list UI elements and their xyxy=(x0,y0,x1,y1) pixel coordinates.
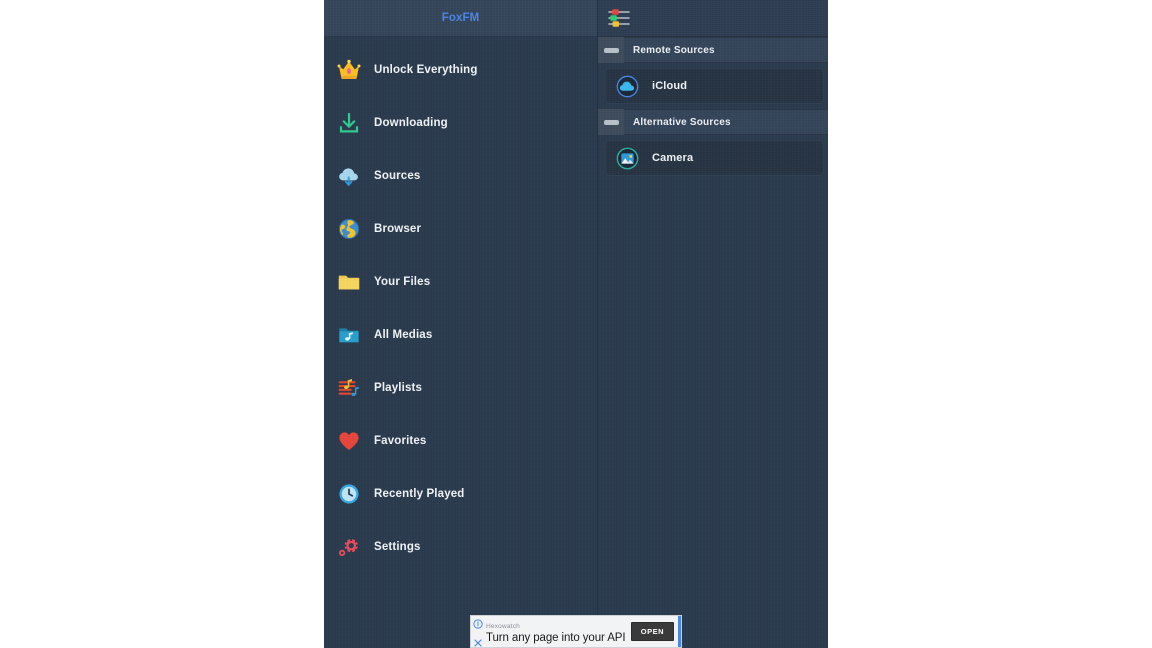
ad-brand: Hexowatch xyxy=(486,622,520,630)
equalizer-sliders-icon[interactable] xyxy=(606,5,632,31)
sidebar-item-label: Your Files xyxy=(374,275,431,288)
sources-panel: Remote Sources iCloud Alternative Source… xyxy=(598,0,828,648)
cloud-download-icon xyxy=(336,163,362,189)
drag-handle-icon[interactable] xyxy=(598,37,624,63)
close-x-icon[interactable] xyxy=(473,635,483,648)
source-label: Camera xyxy=(652,152,694,164)
group-header-remote-sources[interactable]: Remote Sources xyxy=(598,37,828,63)
app-window: FoxFM Unlock Everything Downloading Sour… xyxy=(324,0,828,648)
group-title: Alternative Sources xyxy=(633,116,731,128)
source-list-alternative: Camera xyxy=(598,135,828,181)
gear-icon xyxy=(336,534,362,560)
sources-panel-toolbar xyxy=(598,0,828,37)
sidebar-item-all-medias[interactable]: All Medias xyxy=(324,308,597,361)
sidebar-item-recently-played[interactable]: Recently Played xyxy=(324,467,597,520)
sidebar-item-your-files[interactable]: Your Files xyxy=(324,255,597,308)
icloud-icon xyxy=(616,75,639,98)
sidebar-item-label: All Medias xyxy=(374,328,433,341)
sidebar-item-label: Sources xyxy=(374,169,421,182)
sidebar-item-playlists[interactable]: Playlists xyxy=(324,361,597,414)
source-list-remote: iCloud xyxy=(598,63,828,109)
folder-icon xyxy=(336,269,362,295)
source-row-icloud[interactable]: iCloud xyxy=(605,68,824,104)
sidebar-item-label: Unlock Everything xyxy=(374,63,478,76)
clock-icon xyxy=(336,481,362,507)
ad-headline: Turn any page into your API xyxy=(486,631,626,644)
ad-accent-stripe xyxy=(678,616,681,647)
sidebar-item-label: Browser xyxy=(374,222,422,235)
group-title: Remote Sources xyxy=(633,44,715,56)
ad-banner-text: Hexowatch Turn any page into your API xyxy=(485,615,631,648)
sidebar-item-label: Playlists xyxy=(374,381,423,394)
globe-icon xyxy=(336,216,362,242)
sidebar-item-label: Downloading xyxy=(374,116,448,129)
sidebar-item-label: Favorites xyxy=(374,434,427,447)
sidebar-item-label: Settings xyxy=(374,540,421,553)
crown-icon xyxy=(336,57,362,83)
heart-icon xyxy=(336,428,362,454)
sidebar-item-favorites[interactable]: Favorites xyxy=(324,414,597,467)
app-title: FoxFM xyxy=(441,12,480,24)
sidebar-item-settings[interactable]: Settings xyxy=(324,520,597,573)
sidebar-item-downloading[interactable]: Downloading xyxy=(324,96,597,149)
ad-open-button[interactable]: OPEN xyxy=(630,622,674,641)
sidebar: FoxFM Unlock Everything Downloading Sour… xyxy=(324,0,598,648)
sidebar-header: FoxFM xyxy=(324,0,597,37)
camera-photo-icon xyxy=(616,147,639,170)
playlist-icon xyxy=(336,375,362,401)
download-arrow-icon xyxy=(336,110,362,136)
sidebar-nav-list: Unlock Everything Downloading Sources Br… xyxy=(324,37,597,573)
sidebar-item-browser[interactable]: Browser xyxy=(324,202,597,255)
music-folder-icon xyxy=(336,322,362,348)
info-circle-icon[interactable] xyxy=(473,616,483,634)
ad-banner[interactable]: Hexowatch Turn any page into your API OP… xyxy=(470,615,682,648)
source-row-camera[interactable]: Camera xyxy=(605,140,824,176)
ad-banner-controls xyxy=(471,615,485,648)
sidebar-item-unlock-everything[interactable]: Unlock Everything xyxy=(324,43,597,96)
sidebar-item-label: Recently Played xyxy=(374,487,465,500)
screenshot-stage: FoxFM Unlock Everything Downloading Sour… xyxy=(0,0,1152,648)
group-header-alternative-sources[interactable]: Alternative Sources xyxy=(598,109,828,135)
source-label: iCloud xyxy=(652,80,688,92)
drag-handle-icon[interactable] xyxy=(598,109,624,135)
sidebar-item-sources[interactable]: Sources xyxy=(324,149,597,202)
